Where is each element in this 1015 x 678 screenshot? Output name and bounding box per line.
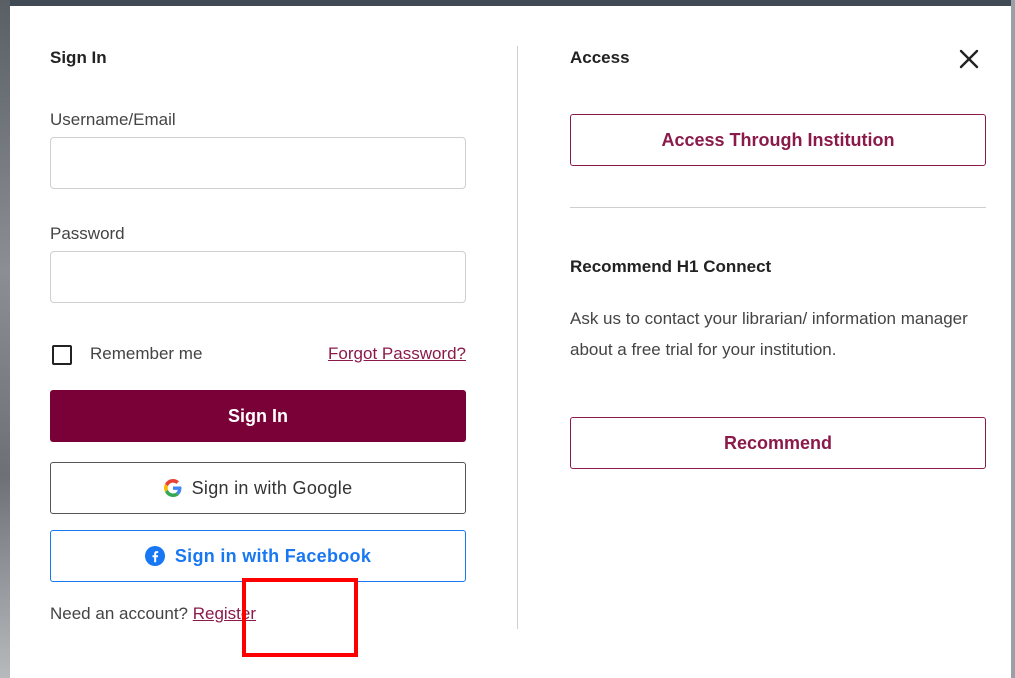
sign-in-button[interactable]: Sign In <box>50 390 466 442</box>
google-sign-in-button[interactable]: Sign in with Google <box>50 462 466 514</box>
password-input[interactable] <box>50 251 466 303</box>
remember-me-checkbox[interactable] <box>52 345 72 365</box>
username-input[interactable] <box>50 137 466 189</box>
page-backdrop-right <box>1011 0 1015 678</box>
google-button-label: Sign in with Google <box>191 477 353 498</box>
facebook-icon <box>144 546 165 566</box>
close-button[interactable] <box>954 44 984 74</box>
remember-me-label: Remember me <box>90 344 203 363</box>
sign-in-title: Sign In <box>50 48 107 67</box>
recommend-button[interactable]: Recommend <box>570 417 986 469</box>
close-icon <box>959 49 979 69</box>
recommend-button-label: Recommend <box>723 432 833 453</box>
forgot-password-link[interactable]: Forgot Password? <box>328 344 466 364</box>
register-row: Need an account? Register <box>50 604 256 624</box>
institution-button-label: Access Through Institution <box>661 129 895 150</box>
recommend-heading: Recommend H1 Connect <box>570 257 772 276</box>
access-through-institution-button[interactable]: Access Through Institution <box>570 114 986 166</box>
facebook-button-label: Sign in with Facebook <box>174 545 372 566</box>
recommend-description: Ask us to contact your librarian/ inform… <box>570 309 968 359</box>
sign-in-button-label: Sign In <box>228 405 288 426</box>
access-divider <box>570 207 986 208</box>
remember-row: Remember me Forgot Password? <box>50 341 466 367</box>
need-account-text: Need an account? <box>50 604 193 623</box>
access-title: Access <box>570 48 630 67</box>
sign-in-modal: Sign In Username/Email Password Remember… <box>10 6 1011 672</box>
column-divider <box>517 46 518 629</box>
facebook-sign-in-button[interactable]: Sign in with Facebook <box>50 530 466 582</box>
page-backdrop-left <box>0 0 10 678</box>
highlight-annotation-box <box>242 578 358 657</box>
username-label: Username/Email <box>50 110 176 129</box>
google-icon <box>163 479 182 497</box>
password-label: Password <box>50 224 125 243</box>
